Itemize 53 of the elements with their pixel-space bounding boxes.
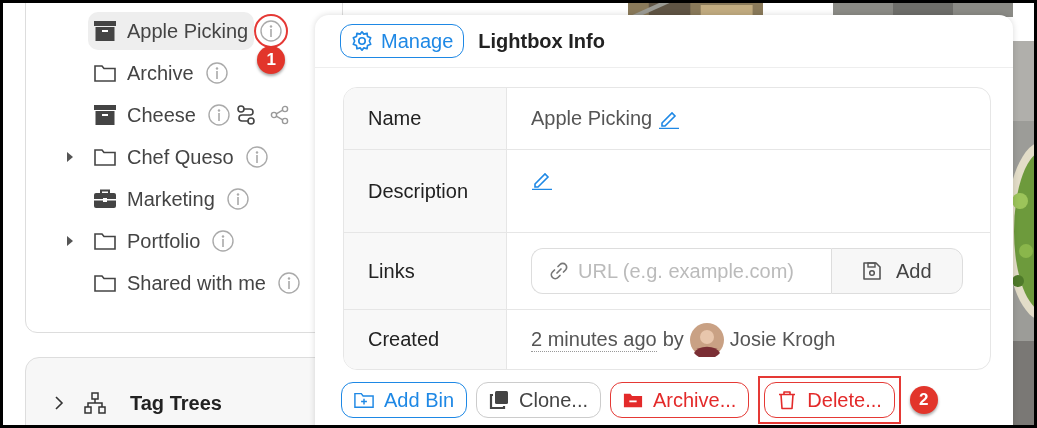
field-label: Links xyxy=(368,259,415,283)
settings-icon xyxy=(351,30,373,52)
field-label: Created xyxy=(368,328,440,351)
callout-number: 2 xyxy=(909,386,938,414)
share-icon[interactable] xyxy=(269,105,290,125)
popover-title: Lightbox Info xyxy=(478,29,605,53)
created-time: 2 minutes ago xyxy=(531,327,657,352)
tree-item[interactable]: Chef Queso xyxy=(88,138,240,176)
field-value: Apple Picking xyxy=(531,107,653,130)
url-field[interactable]: URL (e.g. example.com) xyxy=(531,248,831,294)
avatar xyxy=(689,322,724,357)
action-button[interactable]: Archive... xyxy=(610,382,750,418)
hierarchy-icon xyxy=(84,392,106,414)
action-button[interactable]: Delete... xyxy=(764,382,895,418)
info-icon[interactable] xyxy=(226,188,249,210)
action-button[interactable]: Add Bin xyxy=(341,382,468,418)
tree-item[interactable]: Shared with me xyxy=(88,264,272,302)
info-icon[interactable] xyxy=(207,104,230,126)
add-link-button[interactable]: Add xyxy=(831,248,963,294)
copy-icon xyxy=(489,390,510,410)
archive-box-icon xyxy=(94,21,116,41)
chevron-icon[interactable] xyxy=(54,395,64,411)
archive-box-icon xyxy=(94,105,116,125)
info-icon[interactable] xyxy=(205,62,228,84)
tree-item[interactable]: Apple Picking xyxy=(88,12,255,50)
edit-icon[interactable] xyxy=(531,170,553,190)
folder-icon xyxy=(94,147,116,167)
info-icon[interactable] xyxy=(212,230,235,252)
tree-item[interactable]: Marketing xyxy=(88,180,221,218)
tree-item[interactable]: Archive xyxy=(88,54,200,92)
briefcase-icon xyxy=(94,189,116,209)
manage-button[interactable]: Manage xyxy=(340,24,465,58)
user-name: Josie Krogh xyxy=(729,328,836,351)
panel-title: Tag Trees xyxy=(130,391,222,415)
tree-item[interactable]: Portfolio xyxy=(88,222,207,260)
info-icon[interactable] xyxy=(277,272,300,294)
connection-icon[interactable] xyxy=(235,105,256,125)
by-text: by xyxy=(662,328,684,351)
save-icon xyxy=(862,261,882,281)
field-label: Description xyxy=(368,179,469,203)
folder-icon xyxy=(94,273,116,293)
expand-caret-icon[interactable] xyxy=(66,152,74,162)
folder-icon xyxy=(94,63,116,83)
folder-plus-icon xyxy=(354,390,374,410)
tree-item[interactable]: Cheese xyxy=(88,96,202,134)
info-icon[interactable] xyxy=(260,20,283,42)
info-icon[interactable] xyxy=(245,146,268,168)
expand-caret-icon[interactable] xyxy=(66,236,74,246)
folder-icon xyxy=(94,231,116,251)
trash-icon xyxy=(777,390,798,410)
action-button[interactable]: Clone... xyxy=(476,382,601,418)
callout-number: 1 xyxy=(257,46,286,74)
field-label: Name xyxy=(368,107,422,130)
